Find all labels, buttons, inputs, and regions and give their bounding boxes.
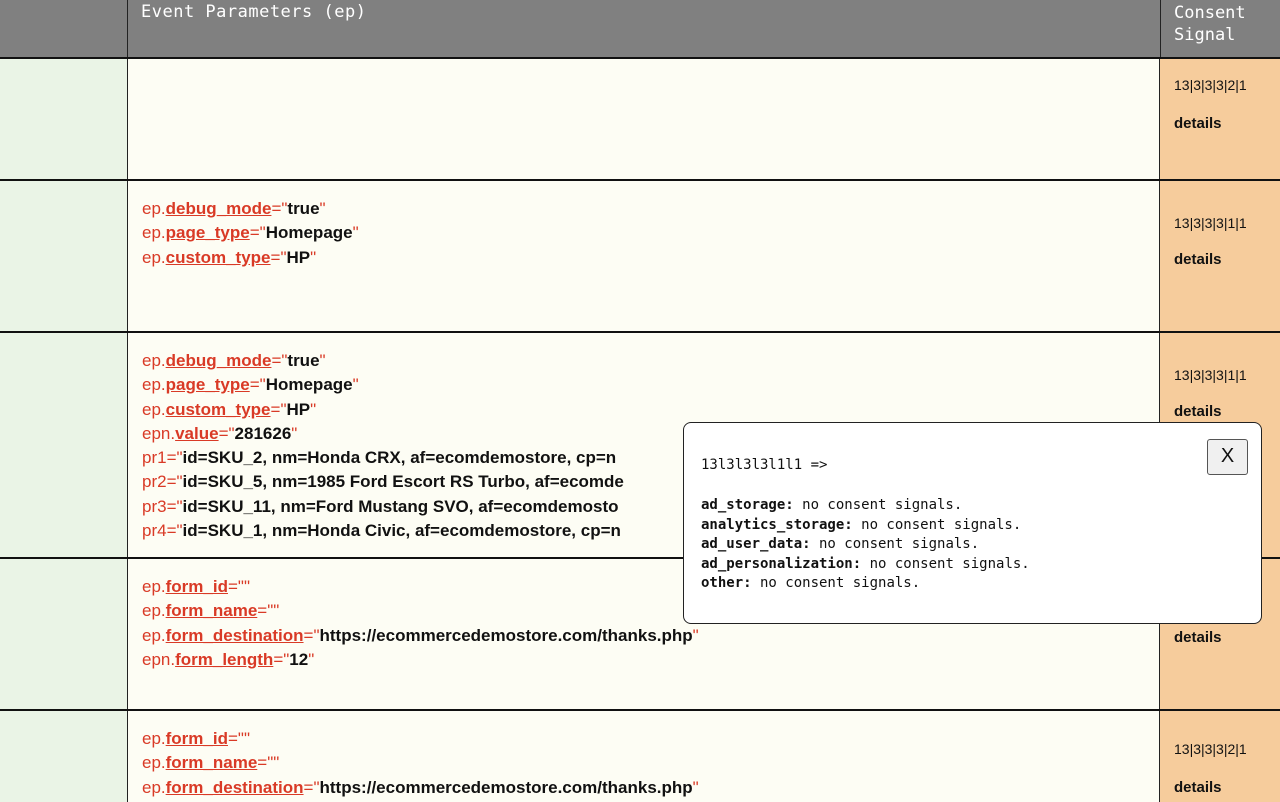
- row-side-cell: [0, 559, 128, 709]
- consent-code: 13|3|3|3|1|1: [1174, 367, 1247, 383]
- close-button[interactable]: X: [1207, 439, 1248, 475]
- param-line: pr1="id=SKU_2, nm=Honda CRX, af=ecomdemo…: [142, 448, 617, 468]
- table-header: Event Parameters (ep) Consent Signal: [0, 0, 1280, 57]
- consent-code: 13|3|3|3|1|1: [1174, 215, 1247, 231]
- consent-item: analytics_storage: no consent signals.: [701, 516, 1022, 533]
- consent-details-popup: 13l3l3l3l1l1 => X ad_storage: no consent…: [683, 422, 1262, 624]
- params-cell: [128, 59, 1159, 181]
- details-link[interactable]: details: [1174, 115, 1222, 132]
- header-event-parameters: Event Parameters (ep): [141, 2, 367, 22]
- popup-consent-code: 13l3l3l3l1l1 =>: [701, 457, 828, 473]
- consent-code: 13|3|3|3|2|1: [1174, 741, 1247, 757]
- consent-signal-list: ad_storage: no consent signals. analytic…: [701, 496, 1030, 594]
- table-row: ep.debug_mode="true" ep.page_type="Homep…: [0, 179, 1280, 331]
- details-link[interactable]: details: [1174, 403, 1222, 420]
- param-line: ep.form_name="": [142, 601, 280, 621]
- param-line: ep.debug_mode="true": [142, 351, 326, 370]
- details-link[interactable]: details: [1174, 251, 1222, 268]
- param-line: ep.debug_mode="true": [142, 199, 326, 218]
- param-line: epn.form_length="12": [142, 649, 315, 669]
- row-side-cell: [0, 59, 128, 181]
- consent-cell: 13|3|3|3|1|1 details: [1159, 181, 1280, 331]
- consent-item: ad_personalization: no consent signals.: [701, 555, 1030, 572]
- row-side-cell: [0, 333, 128, 557]
- param-line: pr4="id=SKU_1, nm=Honda Civic, af=ecomde…: [142, 521, 621, 541]
- consent-cell: 13|3|3|3|2|1 details: [1159, 711, 1280, 802]
- header-consent-signal-cell: Consent Signal: [1160, 0, 1280, 57]
- param-line: ep.page_type="Homepage": [142, 223, 359, 243]
- table-row: 13|3|3|3|2|1 details: [0, 57, 1280, 181]
- consent-item: other: no consent signals.: [701, 575, 921, 591]
- param-line: ep.form_id="": [142, 577, 250, 596]
- param-line: ep.form_id="": [142, 729, 250, 748]
- param-line: pr3="id=SKU_11, nm=Ford Mustang SVO, af=…: [142, 496, 619, 516]
- param-line: ep.form_destination="https://ecommercede…: [142, 625, 699, 645]
- consent-code: 13|3|3|3|2|1: [1174, 77, 1247, 93]
- params-cell: ep.form_id="" ep.form_name="" ep.form_de…: [128, 711, 1159, 802]
- row-side-cell: [0, 181, 128, 331]
- param-line: ep.form_destination="https://ecommercede…: [142, 777, 699, 797]
- consent-cell: 13|3|3|3|2|1 details: [1159, 59, 1280, 181]
- row-side-cell: [0, 711, 128, 802]
- param-line: ep.form_name="": [142, 753, 280, 773]
- details-link[interactable]: details: [1174, 629, 1222, 646]
- param-line: ep.page_type="Homepage": [142, 375, 359, 395]
- param-line: pr2="id=SKU_5, nm=1985 Ford Escort RS Tu…: [142, 472, 624, 492]
- param-line: epn.value="281626": [142, 423, 298, 443]
- table-row: ep.form_id="" ep.form_name="" ep.form_de…: [0, 709, 1280, 802]
- param-line: ep.custom_type="HP": [142, 399, 317, 419]
- consent-item: ad_user_data: no consent signals.: [701, 536, 980, 552]
- header-consent-signal: Consent Signal: [1174, 3, 1246, 45]
- param-line: ep.custom_type="HP": [142, 247, 317, 267]
- header-spacer-cell: [0, 0, 128, 57]
- consent-item: ad_storage: no consent signals.: [701, 497, 963, 513]
- details-link[interactable]: details: [1174, 779, 1222, 796]
- params-cell: ep.debug_mode="true" ep.page_type="Homep…: [128, 181, 1159, 331]
